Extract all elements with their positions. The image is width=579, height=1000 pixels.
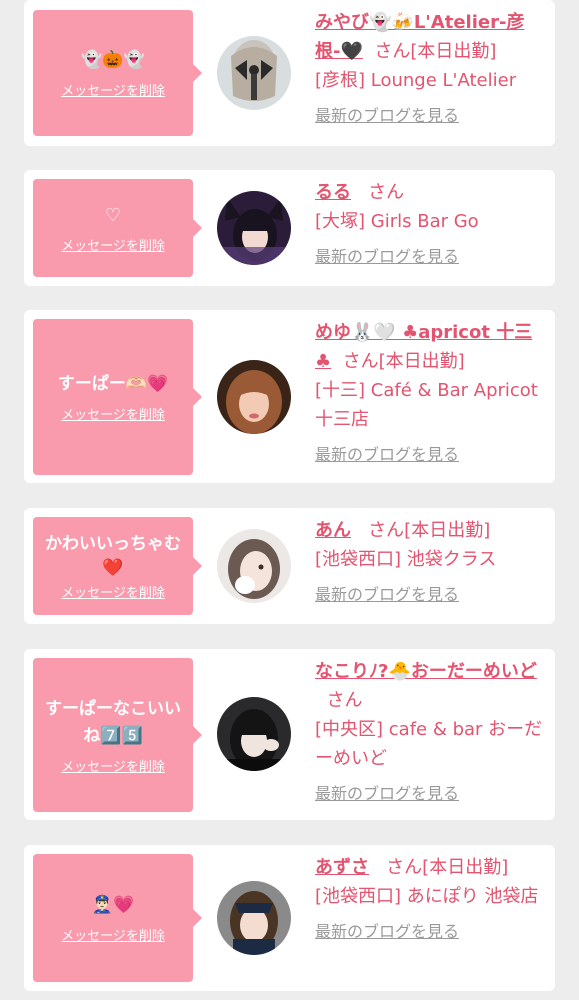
delete-message-link[interactable]: メッセージを削除 <box>61 404 165 423</box>
message-bubble: すーぱー🫶🏻💗 メッセージを削除 <box>33 319 202 475</box>
cast-avatar[interactable] <box>217 529 291 603</box>
message-card: かわいいっちゃむ❤️ メッセージを削除 あん さん[本日出勤] [池袋西口] 池… <box>24 508 555 624</box>
honorific: さん <box>326 690 363 711</box>
latest-blog-link[interactable]: 最新のブログを見る <box>315 101 459 130</box>
message-bubble: 👮🏻‍♂️💗 メッセージを削除 <box>33 854 202 982</box>
cast-avatar[interactable] <box>217 36 291 110</box>
message-text: 👻🎃👻 <box>81 50 145 70</box>
shop-name: [大塚] Girls Bar Go <box>315 211 479 232</box>
cast-avatar[interactable] <box>217 697 291 771</box>
status-tag: [本日出勤] <box>422 857 509 878</box>
delete-message-link[interactable]: メッセージを削除 <box>61 756 165 775</box>
latest-blog-link[interactable]: 最新のブログを見る <box>315 917 459 946</box>
cast-name-link[interactable]: あずさ <box>315 857 369 878</box>
cast-info: なこりﾉ?🐣おーだーめいど さん [中央区] cafe & bar おーだーめい… <box>315 657 543 808</box>
cast-avatar[interactable] <box>217 191 291 265</box>
latest-blog-link[interactable]: 最新のブログを見る <box>315 779 459 808</box>
cast-info: みやび👻🍻L'Atelier-彦根-🖤 さん[本日出勤] [彦根] Lounge… <box>315 8 543 130</box>
delete-message-link[interactable]: メッセージを削除 <box>61 235 165 254</box>
honorific: さん <box>368 520 405 541</box>
message-card: ♡ メッセージを削除 るる さん [大塚] Girls Bar Go 最新のブロ… <box>24 170 555 286</box>
shop-name: [中央区] cafe & bar おーだーめいど <box>315 719 543 769</box>
message-text: すーぱーなこいいね7️⃣5️⃣ <box>45 698 181 746</box>
shop-name: [池袋西口] あにぽり 池袋店 <box>315 886 539 907</box>
message-card: すーぱーなこいいね7️⃣5️⃣ メッセージを削除 なこりﾉ?🐣おーだーめいど さ… <box>24 649 555 820</box>
cast-avatar[interactable] <box>217 360 291 434</box>
message-feed: 👻🎃👻 メッセージを削除 みやび👻🍻L'Atelier-彦根-🖤 さん[本日出勤… <box>0 0 579 1000</box>
honorific: さん <box>386 857 423 878</box>
cast-name-link[interactable]: るる <box>315 182 351 203</box>
honorific: さん <box>368 182 405 203</box>
cast-name-link[interactable]: なこりﾉ?🐣おーだーめいど <box>315 661 537 682</box>
honorific: さん <box>374 41 411 62</box>
honorific: さん <box>342 351 379 372</box>
status-tag: [本日出勤] <box>378 351 465 372</box>
shop-name: [十三] Café & Bar Apricot 十三店 <box>315 380 538 430</box>
latest-blog-link[interactable]: 最新のブログを見る <box>315 440 459 469</box>
delete-message-link[interactable]: メッセージを削除 <box>61 582 165 601</box>
shop-name: [池袋西口] 池袋クラス <box>315 549 497 570</box>
delete-message-link[interactable]: メッセージを削除 <box>61 80 165 99</box>
latest-blog-link[interactable]: 最新のブログを見る <box>315 580 459 609</box>
latest-blog-link[interactable]: 最新のブログを見る <box>315 242 459 271</box>
message-bubble: すーぱーなこいいね7️⃣5️⃣ メッセージを削除 <box>33 658 202 812</box>
message-text: ♡ <box>104 205 122 226</box>
message-bubble: かわいいっちゃむ❤️ メッセージを削除 <box>33 517 202 615</box>
status-tag: [本日出勤] <box>410 41 497 62</box>
message-bubble: ♡ メッセージを削除 <box>33 179 202 277</box>
cast-avatar[interactable] <box>217 881 291 955</box>
shop-name: [彦根] Lounge L'Atelier <box>315 70 517 91</box>
message-text: 👮🏻‍♂️💗 <box>91 895 135 915</box>
message-text: かわいいっちゃむ❤️ <box>45 533 181 578</box>
cast-info: るる さん [大塚] Girls Bar Go 最新のブログを見る <box>315 178 543 271</box>
message-card: 👻🎃👻 メッセージを削除 みやび👻🍻L'Atelier-彦根-🖤 さん[本日出勤… <box>24 0 555 146</box>
message-card: 👮🏻‍♂️💗 メッセージを削除 あずさ さん[本日出勤] [池袋西口] あにぽり… <box>24 845 555 991</box>
cast-info: あずさ さん[本日出勤] [池袋西口] あにぽり 池袋店 最新のブログを見る <box>315 853 543 946</box>
message-text: すーぱー🫶🏻💗 <box>57 374 169 394</box>
cast-info: めゆ🐰🤍 ♣apricot 十三♣ さん[本日出勤] [十三] Café & B… <box>315 318 543 469</box>
message-card: すーぱー🫶🏻💗 メッセージを削除 めゆ🐰🤍 ♣apricot 十三♣ さん[本日… <box>24 310 555 483</box>
delete-message-link[interactable]: メッセージを削除 <box>61 925 165 944</box>
message-bubble: 👻🎃👻 メッセージを削除 <box>33 10 202 136</box>
cast-info: あん さん[本日出勤] [池袋西口] 池袋クラス 最新のブログを見る <box>315 516 543 609</box>
cast-name-link[interactable]: あん <box>315 520 351 541</box>
status-tag: [本日出勤] <box>404 520 491 541</box>
